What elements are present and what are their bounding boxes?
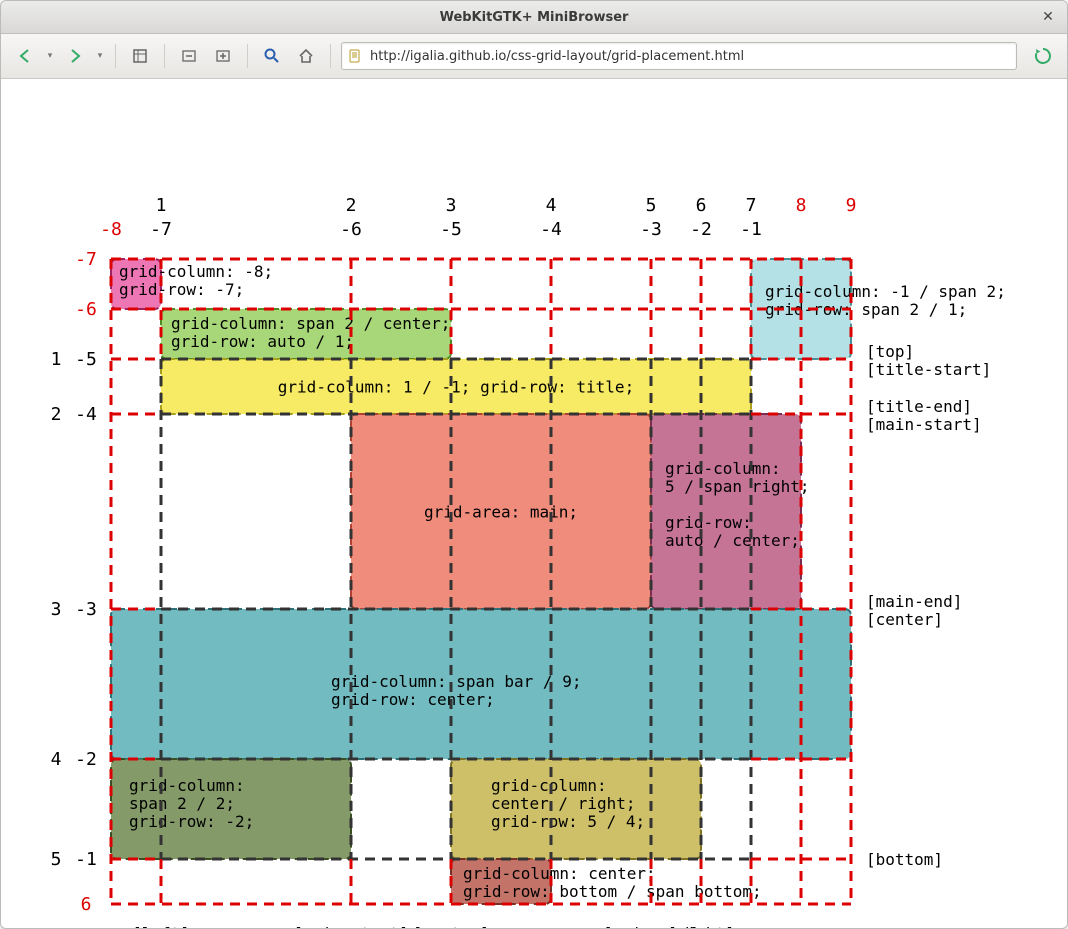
col-line-name: [main-start] xyxy=(293,924,409,928)
cell-label: grid-row: auto / 1; xyxy=(171,332,354,351)
search-button[interactable] xyxy=(258,42,286,70)
cell-label: grid-row: -7; xyxy=(119,280,244,299)
row-number: 1 xyxy=(51,349,62,370)
cell-label: grid-column: center; xyxy=(463,864,656,883)
row-number-neg: -6 xyxy=(75,299,97,320)
cell-label: grid-area: main; xyxy=(424,503,578,522)
url-bar[interactable] xyxy=(341,42,1017,70)
window-title: WebKitGTK+ MiniBrowser xyxy=(440,10,629,25)
reload-button[interactable] xyxy=(1029,42,1057,70)
home-button[interactable] xyxy=(292,42,320,70)
row-number-neg: -1 xyxy=(75,849,97,870)
row-number: 3 xyxy=(51,599,62,620)
back-button[interactable] xyxy=(11,42,39,70)
col-number-neg: -2 xyxy=(690,219,712,240)
row-number: 2 xyxy=(51,404,62,425)
back-menu-dropdown[interactable]: ▾ xyxy=(45,43,55,69)
col-number-neg: -8 xyxy=(100,219,122,240)
col-number: 8 xyxy=(796,195,807,216)
col-number: 2 xyxy=(346,195,357,216)
cell-plum xyxy=(651,414,801,609)
col-number-neg: -7 xyxy=(150,219,172,240)
toolbar-separator xyxy=(115,44,116,68)
row-number-neg: -7 xyxy=(75,249,97,270)
col-line-name: [center] xyxy=(412,924,489,928)
page-content: grid-column: -8;grid-row: -7; grid-column… xyxy=(1,79,1067,928)
col-number-neg: -4 xyxy=(540,219,562,240)
col-number-neg: -6 xyxy=(340,219,362,240)
cell-label: grid-column: xyxy=(665,459,781,478)
close-button[interactable]: ✕ xyxy=(1039,8,1057,26)
cell-label: auto / center; xyxy=(665,531,800,550)
cell-label: grid-row: bottom / span bottom; xyxy=(463,882,762,901)
page-favicon xyxy=(348,49,362,63)
cell-label: grid-column: span bar / 9; xyxy=(331,672,581,691)
col-number: 5 xyxy=(646,195,657,216)
col-number: 1 xyxy=(156,195,167,216)
row-number-neg: -4 xyxy=(75,404,97,425)
cell-label: grid-row: -2; xyxy=(129,812,254,831)
cell-label: grid-column: -8; xyxy=(119,262,273,281)
cell-label: grid-column: xyxy=(491,776,607,795)
grid-diagram: grid-column: -8;grid-row: -7; grid-column… xyxy=(1,79,1051,928)
url-input[interactable] xyxy=(368,48,1010,65)
row-line-name: [title-start] xyxy=(866,360,991,379)
toolbar-separator xyxy=(164,44,165,68)
col-number-neg: -5 xyxy=(440,219,462,240)
row-number-neg: -5 xyxy=(75,349,97,370)
cell-label: grid-row: center; xyxy=(331,690,495,709)
row-number: 4 xyxy=(51,749,62,770)
col-number: 6 xyxy=(696,195,707,216)
window-titlebar: WebKitGTK+ MiniBrowser ✕ xyxy=(1,1,1067,34)
col-line-name: [right] xyxy=(667,924,734,928)
forward-menu-dropdown[interactable]: ▾ xyxy=(95,43,105,69)
cell-label: grid-column: span 2 / center; xyxy=(171,314,450,333)
cell-label: center / right; xyxy=(491,794,636,813)
cell-label: grid-column: 1 / -1; grid-row: title; xyxy=(278,378,634,397)
row-line-name: [title-end] xyxy=(866,397,972,416)
row-number-neg: -2 xyxy=(75,749,97,770)
col-line-name: [left] xyxy=(132,924,190,928)
inspector-button[interactable] xyxy=(126,42,154,70)
col-number-neg: -3 xyxy=(640,219,662,240)
row-line-name: [center] xyxy=(866,610,943,629)
browser-toolbar: ▾ ▾ xyxy=(1,34,1067,79)
col-number: 3 xyxy=(446,195,457,216)
row-line-name: [top] xyxy=(866,342,914,361)
cell-label: 5 / span right; xyxy=(665,477,810,496)
col-number: 4 xyxy=(546,195,557,216)
cell-label: grid-row: 5 / 4; xyxy=(491,812,645,831)
row-line-name: [main-end] xyxy=(866,592,962,611)
cell-label: grid-row: xyxy=(665,513,752,532)
zoom-out-button[interactable] xyxy=(175,42,203,70)
col-number: 9 xyxy=(846,195,857,216)
row-line-name: [bottom] xyxy=(866,850,943,869)
cell-label: grid-column: xyxy=(129,776,245,795)
row-number-neg: -3 xyxy=(75,599,97,620)
forward-button[interactable] xyxy=(61,42,89,70)
toolbar-separator xyxy=(330,44,331,68)
toolbar-separator xyxy=(247,44,248,68)
row-line-name: [main-start] xyxy=(866,415,982,434)
zoom-in-button[interactable] xyxy=(209,42,237,70)
col-number: 7 xyxy=(746,195,757,216)
row-number: 6 xyxy=(81,894,92,915)
row-number: 5 xyxy=(51,849,62,870)
col-number-neg: -1 xyxy=(740,219,762,240)
cell-label: span 2 / 2; xyxy=(129,794,235,813)
